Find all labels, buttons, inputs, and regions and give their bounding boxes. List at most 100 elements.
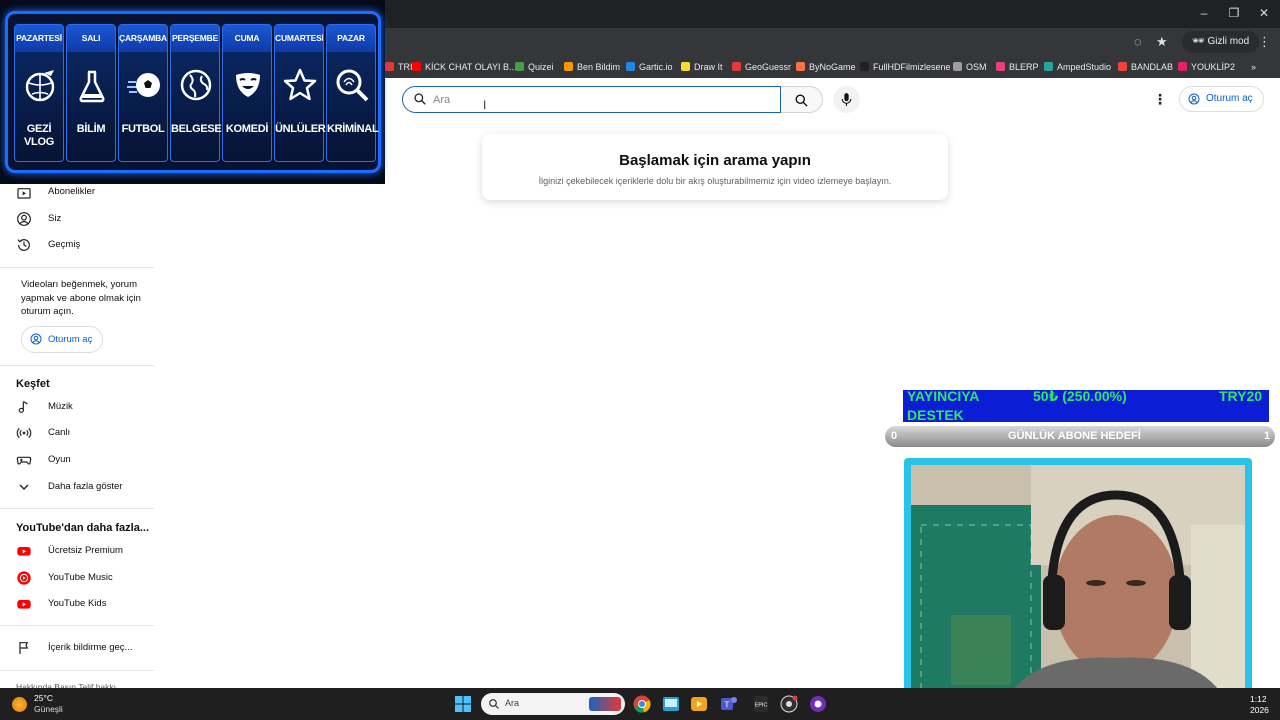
bookmark-item[interactable]: KİCK CHAT OLAYI B...: [412, 56, 517, 78]
settings-menu-icon[interactable]: ⋮: [1152, 89, 1168, 109]
history-icon: [17, 239, 30, 251]
bookmark-item[interactable]: BLERP: [996, 56, 1039, 78]
schedule-day: CUMA KOMEDİ: [222, 24, 272, 162]
schedule-day-name: PAZAR: [327, 25, 375, 52]
bookmark-item[interactable]: AmpedStudio: [1044, 56, 1111, 78]
maximize-icon[interactable]: ❐: [1226, 6, 1242, 20]
photos-app-icon[interactable]: [662, 695, 680, 713]
eye-off-icon[interactable]: ◌: [1134, 34, 1142, 49]
bookmark-label: ByNoGame: [809, 62, 856, 72]
bookmark-item[interactable]: Gartic.io: [626, 56, 673, 78]
teams-app-icon[interactable]: T: [720, 695, 738, 713]
bookmark-item[interactable]: BANDLAB: [1118, 56, 1173, 78]
bookmark-label: KİCK CHAT OLAYI B...: [425, 62, 517, 72]
bookmark-favicon-icon: [1044, 62, 1053, 71]
bookmark-label: BLERP: [1009, 62, 1039, 72]
schedule-day: SALI BİLİM: [66, 24, 116, 162]
minimize-icon[interactable]: –: [1196, 6, 1212, 20]
bookmark-item[interactable]: Draw It: [681, 56, 723, 78]
bookmark-favicon-icon: [564, 62, 573, 71]
account-icon: [17, 212, 31, 226]
chrome-app-icon[interactable]: [633, 695, 651, 713]
bookmark-favicon-icon: [412, 62, 421, 71]
incognito-badge[interactable]: 🕶 Gizli mod: [1182, 31, 1260, 53]
schedule-category: FUTBOL: [121, 123, 165, 135]
windows-start-icon[interactable]: [455, 696, 471, 712]
bookmark-favicon-icon: [796, 62, 805, 71]
bookmark-label: Ben Bildim: [577, 62, 621, 72]
bookmark-star-icon[interactable]: ★: [1156, 34, 1168, 50]
gaming-icon: [16, 456, 32, 465]
schedule-day: ÇARŞAMBA FUTBOL: [118, 24, 168, 162]
schedule-category: BELGESEL: [171, 123, 228, 135]
bookmark-item[interactable]: Quizei: [515, 56, 554, 78]
video-editor-icon[interactable]: [690, 695, 708, 713]
sidebar-more-heading: YouTube'dan daha fazla...: [16, 522, 149, 534]
sidebar-divider: [0, 625, 154, 626]
voice-search-button[interactable]: [833, 86, 860, 113]
search-input[interactable]: [433, 91, 753, 109]
epic-games-icon[interactable]: EPIC: [752, 695, 770, 713]
bookmark-favicon-icon: [626, 62, 635, 71]
sidebar-item-youtube-kids[interactable]: YouTube Kids: [0, 591, 154, 617]
empty-feed-subtitle: İlginizi çekebilecek içeriklerle dolu bi…: [538, 176, 892, 186]
obs-app-icon[interactable]: [780, 695, 798, 713]
empty-feed-card: Başlamak için arama yapın İlginizi çekeb…: [482, 134, 948, 200]
flag-icon: [19, 642, 29, 654]
windows-taskbar: 25°C Güneşli Ara T EPIC 1:12 2026: [0, 688, 1280, 720]
sidebar-item-youtube-music[interactable]: YouTube Music: [0, 565, 154, 591]
account-icon: [1188, 93, 1200, 105]
bookmark-favicon-icon: [1178, 62, 1187, 71]
sidebar-item-music[interactable]: Müzik: [0, 394, 154, 420]
subscriber-goal-bar: 0 GÜNLÜK ABONE HEDEFİ 1: [885, 426, 1275, 447]
sidebar-item-history[interactable]: Geçmiş: [0, 232, 154, 258]
bookmark-favicon-icon: [681, 62, 690, 71]
bookmark-favicon-icon: [385, 62, 394, 71]
close-icon[interactable]: ✕: [1256, 6, 1272, 20]
taskbar-search[interactable]: Ara: [481, 693, 625, 715]
chevron-down-icon: [19, 484, 29, 490]
donation-bar: YAYINCIYA DESTEK 50₺ (250.00%) TRY20: [903, 390, 1269, 422]
bookmarks-overflow-icon[interactable]: »: [1251, 56, 1256, 78]
text-cursor-icon: I: [483, 98, 487, 112]
bookmark-item[interactable]: ByNoGame: [796, 56, 856, 78]
sidebar-item-premium[interactable]: Ücretsiz Premium: [0, 538, 154, 564]
search-button[interactable]: [781, 86, 823, 113]
schedule-day-name: CUMA: [223, 25, 271, 52]
svg-text:EPIC: EPIC: [755, 703, 768, 709]
bookmark-favicon-icon: [996, 62, 1005, 71]
search-box[interactable]: [402, 86, 781, 113]
sidebar-signin-button[interactable]: Oturum aç: [21, 326, 104, 353]
bookmark-item[interactable]: YOUKLİP2: [1178, 56, 1235, 78]
donation-label: YAYINCIYA: [907, 390, 980, 404]
weather-sun-icon[interactable]: [12, 697, 27, 712]
music-icon: [18, 401, 28, 413]
webcam-image: [911, 465, 1245, 713]
bookmark-item[interactable]: FullHDFilmizlesene: [860, 56, 951, 78]
schedule-day-name: CUMARTESİ: [275, 25, 323, 52]
svg-text:T: T: [725, 701, 730, 710]
sidebar-item-live[interactable]: Canlı: [0, 420, 154, 446]
search-icon: [795, 94, 808, 107]
youtube-premium-icon: [17, 547, 31, 556]
sidebar-item-report[interactable]: İçerik bildirme geç...: [0, 635, 154, 661]
live-icon: [16, 427, 32, 439]
streamlabs-app-icon[interactable]: [809, 695, 827, 713]
bookmark-item[interactable]: GeoGuessr: [732, 56, 791, 78]
sidebar-item-gaming[interactable]: Oyun: [0, 447, 154, 473]
bookmark-item[interactable]: OSM: [953, 56, 987, 78]
goal-max: 1: [1264, 430, 1271, 442]
chrome-menu-icon[interactable]: ⋮: [1258, 34, 1271, 50]
sidebar-item-show-more[interactable]: Daha fazla göster: [0, 474, 154, 500]
sidebar-item-you[interactable]: Siz: [0, 206, 154, 232]
bookmark-favicon-icon: [732, 62, 741, 71]
subscriptions-icon: [17, 188, 31, 199]
schedule-day: PAZARTESİ GEZİ VLOG: [14, 24, 64, 162]
signin-button[interactable]: Oturum aç: [1179, 86, 1264, 112]
sidebar-divider: [0, 267, 154, 268]
comedy-mask-icon: [236, 73, 260, 97]
schedule-day: PAZAR KRİMİNAL: [326, 24, 379, 162]
bookmark-label: YOUKLİP2: [1191, 62, 1236, 72]
bookmark-item[interactable]: Ben Bildim: [564, 56, 620, 78]
sidebar-explore-heading: Keşfet: [16, 378, 50, 390]
